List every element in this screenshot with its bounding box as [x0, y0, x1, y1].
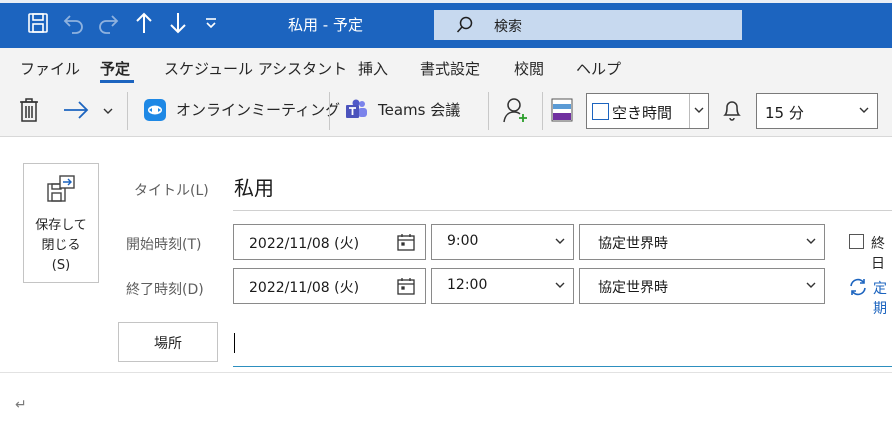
recurrence-label[interactable]: 定期	[873, 278, 892, 318]
show-as-checkbox[interactable]	[592, 103, 609, 120]
down-arrow-icon[interactable]	[166, 10, 190, 36]
invite-attendees-icon[interactable]	[503, 96, 529, 124]
end-date-value: 2022/11/08 (火)	[249, 280, 360, 296]
teams-icon	[345, 99, 369, 127]
chevron-down-icon[interactable]	[859, 107, 869, 114]
all-day-label: 終日	[871, 236, 885, 272]
show-as-dropdown[interactable]: 空き時間	[586, 93, 709, 129]
online-meeting-icon	[143, 98, 167, 126]
up-arrow-icon[interactable]	[132, 10, 156, 36]
forward-dropdown-icon[interactable]	[103, 108, 113, 136]
delete-icon[interactable]	[18, 97, 40, 125]
toolbar-separator	[127, 92, 128, 130]
bell-icon	[722, 99, 742, 127]
location-button-label: 場所	[154, 336, 182, 352]
reminder-value: 15 分	[765, 104, 804, 122]
end-timezone-dropdown[interactable]: 協定世界時	[579, 268, 825, 304]
chevron-down-icon[interactable]	[806, 238, 816, 245]
title-underline	[233, 210, 892, 211]
redo-icon[interactable]	[96, 10, 120, 36]
tab-format-text[interactable]: 書式設定	[420, 58, 480, 79]
show-as-split	[689, 94, 690, 128]
customize-toolbar-icon[interactable]	[202, 10, 220, 36]
end-date-input[interactable]: 2022/11/08 (火)	[233, 268, 426, 304]
tab-review[interactable]: 校閲	[514, 58, 544, 79]
toolbar-separator	[542, 92, 543, 130]
search-box[interactable]: 検索	[434, 10, 742, 40]
location-button[interactable]: 場所	[118, 322, 218, 362]
save-icon[interactable]	[26, 10, 50, 36]
body-editor[interactable]: ↵	[15, 397, 27, 413]
chevron-down-icon[interactable]	[806, 282, 816, 289]
start-date-input[interactable]: 2022/11/08 (火)	[233, 224, 426, 260]
title-label: タイトル(L)	[134, 183, 209, 199]
ribbon-tabs: ファイル 予定 スケジュール アシスタント 挿入 書式設定 校閲 ヘルプ	[0, 48, 892, 86]
start-timezone-dropdown[interactable]: 協定世界時	[579, 224, 825, 260]
end-time-dropdown[interactable]: 12:00	[431, 268, 574, 304]
calendar-icon[interactable]	[397, 233, 415, 251]
recurrence-icon[interactable]	[848, 277, 868, 297]
forward-arrow-icon[interactable]	[62, 99, 90, 127]
search-icon	[456, 16, 474, 34]
toolbar-separator	[329, 92, 330, 130]
start-time-value: 9:00	[447, 233, 479, 249]
tab-file[interactable]: ファイル	[20, 58, 80, 79]
chevron-down-icon[interactable]	[555, 238, 565, 245]
window-title: 私用 - 予定	[288, 16, 363, 34]
reminder-dropdown[interactable]: 15 分	[756, 93, 878, 129]
tab-insert[interactable]: 挿入	[358, 58, 388, 79]
save-and-close-button[interactable]: 保存して 閉じる (S)	[23, 163, 99, 283]
end-timezone-value: 協定世界時	[598, 280, 668, 296]
show-as-value: 空き時間	[612, 104, 673, 122]
show-as-color-icon	[551, 98, 573, 126]
chevron-down-icon[interactable]	[694, 107, 704, 114]
tab-help[interactable]: ヘルプ	[576, 58, 621, 79]
end-time-value: 12:00	[447, 277, 488, 293]
tab-appointment[interactable]: 予定	[100, 58, 130, 79]
toolbar-separator	[488, 92, 489, 130]
start-time-dropdown[interactable]: 9:00	[431, 224, 574, 260]
body-divider	[0, 372, 892, 373]
start-time-label: 開始時刻(T)	[126, 237, 202, 253]
save-close-icon	[46, 174, 76, 204]
tab-scheduling-assistant[interactable]: スケジュール アシスタント	[164, 58, 347, 79]
end-time-label: 終了時刻(D)	[126, 282, 204, 298]
text-cursor	[234, 333, 235, 353]
all-day-checkbox[interactable]	[849, 234, 864, 249]
online-meeting-button[interactable]: オンラインミーティング	[176, 99, 340, 120]
ribbon-toolbar: オンラインミーティング Teams 会議 空き時間 15 分	[0, 86, 892, 137]
save-and-close-label: 保存して 閉じる (S)	[35, 218, 87, 273]
location-input[interactable]	[233, 322, 892, 367]
search-placeholder: 検索	[494, 19, 522, 35]
title-input[interactable]: 私用	[234, 172, 274, 201]
undo-icon[interactable]	[62, 10, 86, 36]
teams-meeting-button[interactable]: Teams 会議	[378, 99, 460, 120]
start-timezone-value: 協定世界時	[598, 236, 668, 252]
title-bar: 私用 - 予定 検索	[0, 0, 892, 48]
calendar-icon[interactable]	[397, 277, 415, 295]
chevron-down-icon[interactable]	[555, 282, 565, 289]
active-tab-indicator	[100, 80, 134, 83]
start-date-value: 2022/11/08 (火)	[249, 236, 360, 252]
background-window-strip	[0, 0, 892, 3]
